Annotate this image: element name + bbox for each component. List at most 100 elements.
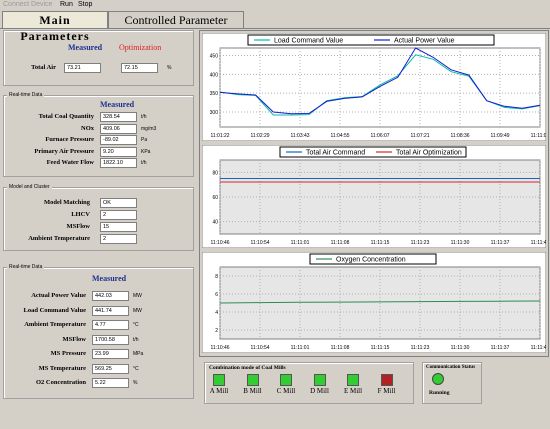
- coal-mills-title: Combination mode of Coal Mills: [209, 365, 286, 371]
- coal-mills-panel: Combination mode of Coal Mills A Mill B M…: [204, 362, 414, 404]
- total-air-optimization-field[interactable]: 72.15: [121, 63, 158, 73]
- realtime2-row-label: Actual Power Value: [31, 292, 86, 299]
- realtime-panel-1: Real-time Data Measured Total Coal Quant…: [3, 92, 194, 177]
- realtime1-row-label: Total Coal Quantity: [38, 113, 94, 120]
- x-tick-label: 11:01:22: [210, 133, 229, 139]
- x-tick-label: 11:11:01: [291, 240, 310, 246]
- model-row-label: Model Matching: [43, 199, 90, 206]
- mill-indicator: [280, 374, 292, 386]
- legend-label: Total Air Command: [306, 150, 365, 157]
- x-tick-label: 11:11:30: [451, 240, 470, 246]
- x-tick-label: 11:11:08: [331, 345, 350, 351]
- menu-run[interactable]: Run: [60, 1, 73, 8]
- realtime2-row-value-field[interactable]: 569.25: [92, 363, 129, 374]
- realtime2-row-label: MS Pressure: [50, 350, 86, 357]
- model-row-label: MSFlow: [66, 223, 90, 230]
- x-tick-label: 11:11:01: [291, 345, 310, 351]
- realtime-header-1: Measured: [100, 100, 135, 109]
- x-tick-label: 11:10:54: [250, 240, 269, 246]
- charts-area: 11:01:22 11:02:29 11:03:43 11:04:55 11:06:07…: [199, 30, 549, 357]
- x-tick-label: 11:11:23: [411, 345, 430, 351]
- realtime-title-2: Real-time Data: [7, 264, 45, 270]
- tab-controlled-parameter[interactable]: Controlled Parameter: [108, 11, 244, 28]
- y-tick-label: 8: [215, 274, 218, 280]
- x-tick-label: 11:11:01: [531, 133, 546, 139]
- x-tick-label: 11:11:37: [491, 240, 510, 246]
- x-tick-label: 11:06:07: [370, 133, 389, 139]
- mill-indicator: [347, 374, 359, 386]
- realtime2-row-value-field[interactable]: 5.22: [92, 378, 129, 388]
- total-air-measured-field[interactable]: 73.21: [64, 63, 101, 73]
- x-tick-label: 11:11:45: [531, 240, 546, 246]
- optimization-header: Optimization: [119, 43, 162, 52]
- model-row-value-field[interactable]: OK: [100, 198, 137, 208]
- mill-indicator: [246, 374, 259, 386]
- realtime2-row-value-field[interactable]: 23.99: [92, 349, 129, 359]
- realtime-panel-2: Real-time Data Measured Actual Power Val…: [3, 264, 194, 399]
- realtime1-row-value-field[interactable]: 409.06: [100, 123, 137, 134]
- mill-label: B Mill: [243, 387, 262, 395]
- y-tick-label: 2: [215, 328, 218, 334]
- y-tick-label: 4: [215, 310, 218, 316]
- oxygen-chart: 11:10:46 11:10:54 11:11:01 11:11:08 11:11:15…: [202, 252, 546, 353]
- y-tick-label: 300: [210, 110, 219, 116]
- model-row-value-field[interactable]: 15: [100, 222, 137, 232]
- realtime1-row-value-field[interactable]: 1822.10: [100, 158, 137, 169]
- x-tick-label: 11:02:29: [250, 133, 269, 139]
- model-row-label: LHCV: [71, 211, 90, 218]
- realtime1-row-unit: t/h: [141, 114, 147, 120]
- total-air-unit: %: [167, 65, 172, 71]
- load-power-chart: 11:01:22 11:02:29 11:03:43 11:04:55 11:06:07…: [202, 33, 546, 141]
- realtime1-row-unit: t/h: [141, 160, 147, 167]
- tab-bar: Main Parameters Controlled Parameter: [0, 10, 550, 43]
- menu-connect-device[interactable]: Connect Device: [3, 1, 52, 8]
- legend-label: Total Air Optimization: [396, 150, 462, 157]
- model-row-value-field[interactable]: 2: [100, 234, 137, 244]
- realtime1-row-label: Feed Water Flow: [46, 159, 94, 167]
- x-tick-label: 11:10:46: [210, 240, 229, 246]
- x-tick-label: 11:03:43: [290, 133, 309, 139]
- x-tick-label: 11:11:23: [411, 240, 430, 246]
- x-tick-label: 11:04:55: [330, 133, 349, 139]
- mill-label: F Mill: [377, 387, 396, 395]
- mill-label: D Mill: [310, 387, 329, 395]
- realtime1-row-unit: KPa: [141, 148, 151, 155]
- realtime2-row-unit: %: [133, 380, 138, 386]
- realtime1-row-value-field[interactable]: 328.54: [100, 112, 137, 122]
- mill-label: C Mill: [276, 387, 296, 395]
- communication-status-text: Running: [429, 390, 450, 396]
- x-tick-label: 11:10:54: [250, 345, 269, 351]
- x-tick-label: 11:11:15: [371, 240, 390, 246]
- realtime2-row-label: Ambient Temperature: [24, 321, 86, 328]
- y-tick-label: 350: [210, 91, 219, 97]
- realtime1-row-value-field[interactable]: 9.20: [100, 146, 137, 157]
- communication-panel: Communication Status Running: [422, 362, 482, 404]
- y-tick-label: 400: [210, 72, 219, 78]
- mill-label: A Mill: [209, 387, 229, 395]
- x-tick-label: 11:11:30: [451, 345, 470, 351]
- y-tick-label: 60: [212, 195, 218, 201]
- realtime-header-2: Measured: [92, 274, 127, 283]
- model-cluster-panel: Model and Cluster Model Matching OK LHCV 2 M…: [3, 184, 194, 251]
- realtime1-row-label: Primary Air Pressure: [34, 147, 94, 155]
- x-tick-label: 11:10:46: [210, 345, 229, 351]
- realtime2-row-unit: t/h: [133, 336, 139, 343]
- realtime2-row-label: Load Command Value: [23, 306, 87, 314]
- realtime-title-1: Real-time Data: [7, 92, 45, 98]
- x-tick-label: 11:08:36: [450, 133, 469, 139]
- menu-stop[interactable]: Stop: [78, 1, 92, 8]
- model-row-value-field[interactable]: 2: [100, 210, 137, 220]
- mill-indicator: [313, 374, 326, 386]
- realtime2-row-unit: °C: [133, 365, 139, 372]
- realtime2-row-value-field[interactable]: 1700.58: [92, 334, 129, 345]
- y-tick-label: 6: [215, 292, 218, 298]
- realtime2-row-value-field[interactable]: 442.03: [92, 291, 129, 301]
- x-tick-label: 11:11:45: [531, 345, 546, 351]
- total-air-chart: 11:10:46 11:10:54 11:11:01 11:11:08 11:11:15…: [202, 145, 546, 248]
- tab-main-parameters[interactable]: Main Parameters: [2, 11, 108, 43]
- realtime2-row-value-field[interactable]: 441.74: [92, 305, 129, 316]
- realtime1-row-value-field[interactable]: -89.02: [100, 135, 137, 146]
- realtime2-row-value-field[interactable]: 4.77: [92, 320, 129, 330]
- y-tick-label: 80: [212, 170, 218, 176]
- realtime2-row-unit: MW: [133, 307, 142, 314]
